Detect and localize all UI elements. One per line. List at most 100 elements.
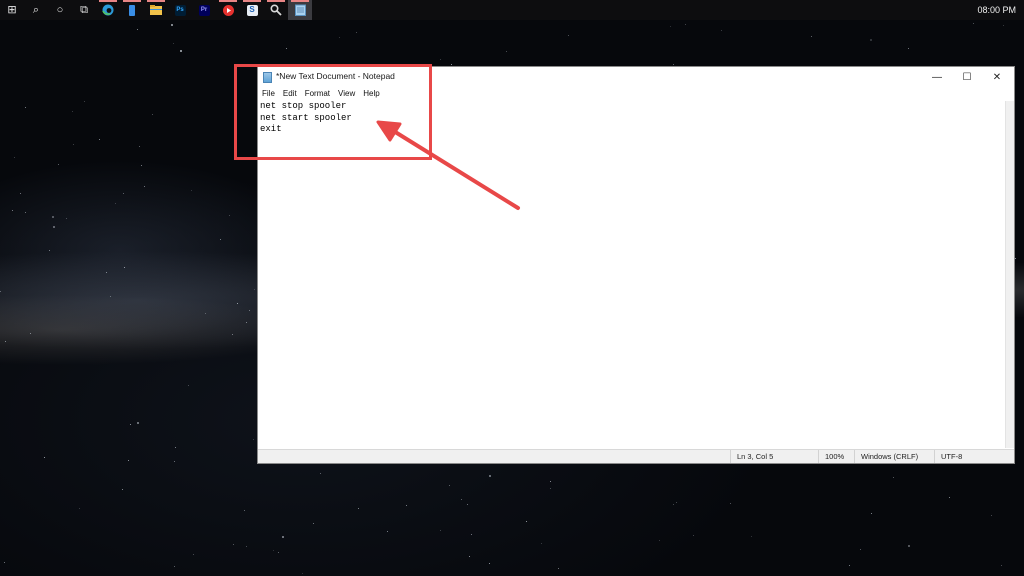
star	[109, 296, 111, 298]
photoshop-icon: Ps	[174, 4, 186, 16]
vertical-scrollbar[interactable]	[1005, 101, 1014, 448]
tools-icon	[270, 4, 282, 16]
star	[278, 552, 280, 554]
star	[489, 562, 491, 564]
star	[236, 303, 238, 305]
taskbar-edge[interactable]	[96, 0, 120, 20]
star	[115, 203, 117, 205]
task-view-button[interactable]: ⧉	[72, 0, 96, 20]
phone-icon	[129, 4, 135, 16]
taskbar-sway[interactable]: S	[240, 0, 264, 20]
taskbar-file-explorer[interactable]	[144, 0, 168, 20]
star	[152, 114, 154, 116]
star	[232, 334, 234, 336]
star	[24, 107, 26, 109]
notepad-taskbar-icon	[294, 4, 306, 16]
star	[248, 310, 250, 312]
star	[972, 23, 974, 24]
star	[122, 488, 124, 490]
star	[65, 218, 67, 220]
star	[122, 193, 124, 195]
star	[72, 111, 74, 113]
star	[721, 30, 723, 32]
star	[175, 447, 176, 449]
taskbar-phone[interactable]	[120, 0, 144, 20]
star	[460, 498, 462, 500]
star	[338, 37, 340, 39]
star	[658, 540, 660, 542]
star	[567, 35, 569, 37]
search-button[interactable]: ⌕	[24, 0, 48, 20]
star	[730, 503, 732, 505]
star	[489, 474, 492, 477]
star	[558, 568, 560, 570]
star	[52, 216, 55, 219]
star	[30, 333, 32, 335]
zoom-level: 100%	[818, 450, 854, 463]
star	[810, 35, 812, 37]
star	[188, 384, 190, 386]
star	[3, 562, 5, 564]
task-view-icon: ⧉	[80, 3, 88, 16]
star	[13, 157, 15, 159]
taskbar-notepad[interactable]	[288, 0, 312, 20]
star	[312, 523, 314, 525]
star	[991, 515, 993, 517]
star	[105, 272, 107, 274]
star	[1002, 24, 1004, 26]
star	[98, 139, 100, 141]
taskbar-tools[interactable]	[264, 0, 288, 20]
star	[136, 29, 138, 31]
star	[1000, 564, 1002, 566]
minimize-icon: —	[932, 71, 942, 83]
star	[505, 50, 507, 52]
star	[174, 461, 176, 463]
star	[244, 510, 246, 512]
cursor-position: Ln 3, Col 5	[730, 450, 818, 463]
star	[232, 543, 234, 545]
edge-icon	[102, 4, 114, 16]
star	[870, 39, 873, 42]
taskbar-media-player[interactable]	[216, 0, 240, 20]
star	[540, 542, 542, 544]
maximize-button[interactable]: ☐	[952, 67, 982, 87]
start-button[interactable]: ⊞	[0, 0, 24, 20]
star	[123, 267, 125, 269]
star	[128, 459, 130, 461]
star	[246, 545, 248, 547]
star	[5, 340, 7, 342]
star	[72, 144, 74, 146]
taskbar-clock[interactable]: 08:00 PM	[977, 0, 1016, 20]
star	[549, 480, 551, 482]
star	[870, 512, 872, 514]
star	[52, 225, 55, 228]
star	[253, 288, 255, 290]
star	[44, 456, 46, 458]
star	[860, 548, 862, 550]
sway-icon: S	[246, 4, 258, 16]
star	[252, 438, 254, 440]
cortana-icon: ○	[56, 3, 64, 16]
media-player-icon	[222, 4, 234, 16]
star	[848, 565, 850, 567]
minimize-button[interactable]: —	[922, 67, 952, 87]
star	[190, 189, 192, 191]
star	[469, 555, 471, 557]
cortana-button[interactable]: ○	[48, 0, 72, 20]
star	[172, 42, 174, 44]
taskbar-photoshop[interactable]: Ps	[168, 0, 192, 20]
close-button[interactable]: ✕	[982, 67, 1012, 87]
star	[58, 163, 60, 165]
star	[282, 535, 285, 538]
star	[11, 209, 13, 211]
encoding: UTF-8	[934, 450, 1014, 463]
star	[319, 472, 321, 474]
star	[143, 185, 145, 187]
star	[676, 502, 678, 503]
taskbar-premiere[interactable]: Pr	[192, 0, 216, 20]
star	[220, 239, 222, 241]
file-explorer-icon	[150, 5, 162, 15]
star	[130, 424, 132, 426]
windows-logo-icon: ⊞	[7, 3, 17, 16]
annotation-highlight-box	[234, 64, 432, 160]
